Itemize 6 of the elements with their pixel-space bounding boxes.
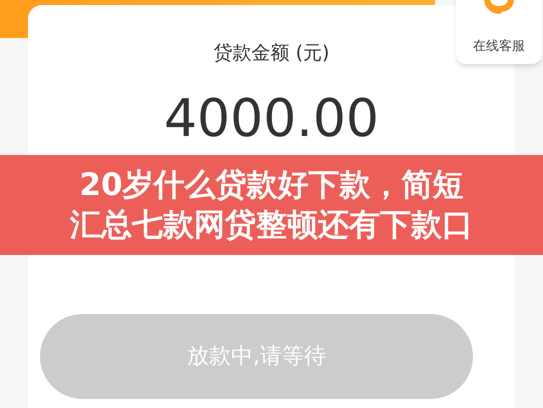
loan-amount: 4000.00	[164, 89, 380, 149]
banner-title-line: 汇总七款网贷整顿还有下款口	[70, 206, 473, 245]
banner-title-line: 20岁什么贷款好下款，简短	[79, 166, 464, 205]
amount-label: 贷款金额 (元)	[214, 41, 330, 65]
support-label: 在线客服	[473, 38, 525, 56]
support-widget[interactable]: 在线客服	[456, 0, 542, 64]
